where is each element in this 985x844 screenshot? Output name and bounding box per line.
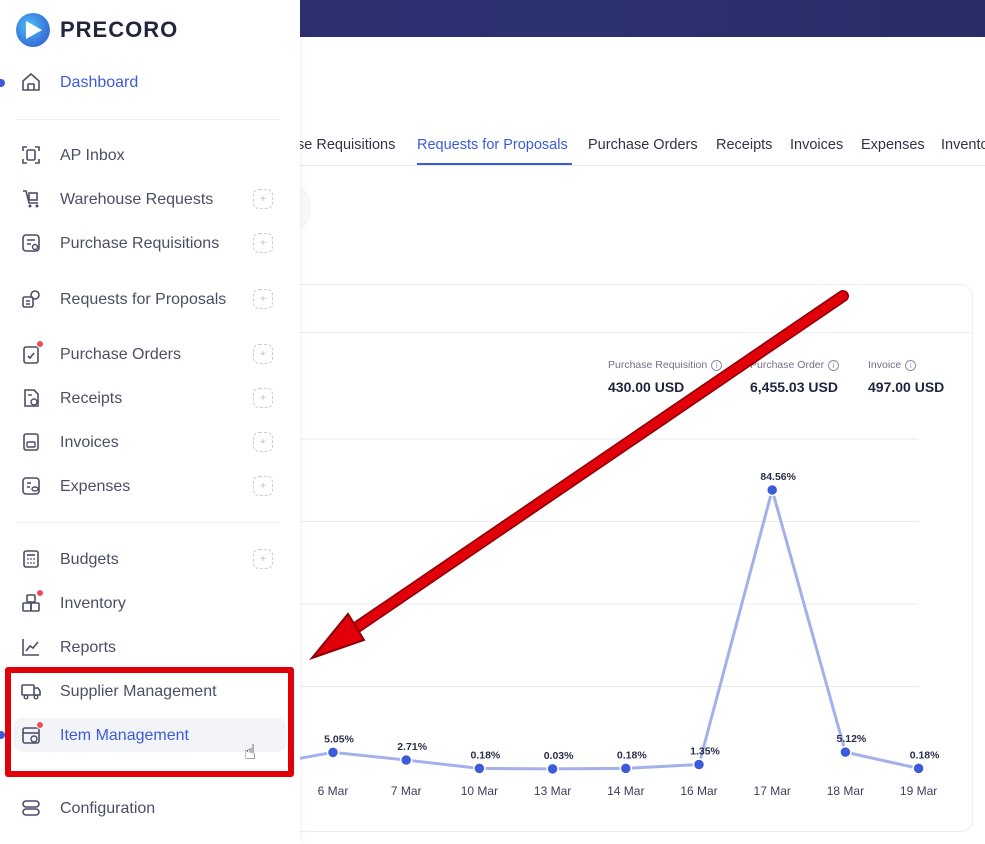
rfp-icon bbox=[22, 290, 40, 308]
x-tick-label: 19 Mar bbox=[900, 784, 937, 798]
sidebar-item-label: Configuration bbox=[60, 799, 156, 817]
add-icon[interactable]: + bbox=[253, 289, 273, 309]
x-tick-label: 18 Mar bbox=[827, 784, 864, 798]
sidebar-item-label: Invoices bbox=[60, 433, 119, 451]
receipt-icon bbox=[24, 389, 39, 407]
add-icon[interactable]: + bbox=[253, 476, 273, 496]
requisition-icon bbox=[22, 234, 40, 252]
sidebar-item-label: Purchase Requisitions bbox=[60, 234, 220, 252]
sidebar-item-dashboard[interactable]: Dashboard bbox=[14, 65, 286, 99]
data-label: 5.12% bbox=[837, 733, 867, 745]
cart-icon bbox=[23, 190, 39, 208]
data-label: 0.03% bbox=[544, 750, 574, 762]
expense-icon bbox=[22, 477, 40, 495]
sidebar-item-label: Warehouse Requests bbox=[60, 190, 214, 208]
sidebar-item-warehouse-requests[interactable]: Warehouse Requests + bbox=[14, 182, 286, 216]
add-icon[interactable]: + bbox=[253, 432, 273, 452]
notification-dot bbox=[36, 589, 44, 597]
precoro-logo-icon bbox=[16, 13, 50, 47]
brand-logo[interactable]: PRECORO bbox=[16, 13, 178, 47]
sidebar-item-label: Reports bbox=[60, 638, 117, 656]
sidebar-divider bbox=[16, 522, 280, 523]
data-point bbox=[473, 762, 486, 775]
calculator-icon bbox=[23, 550, 39, 568]
add-icon[interactable]: + bbox=[253, 233, 273, 253]
sidebar-item-expenses[interactable]: Expenses + bbox=[14, 469, 286, 503]
data-point bbox=[399, 753, 413, 767]
invoice-icon bbox=[23, 433, 39, 451]
sidebar-item-label: AP Inbox bbox=[60, 146, 125, 164]
notification-dot bbox=[36, 340, 44, 348]
add-icon[interactable]: + bbox=[253, 388, 273, 408]
data-point bbox=[546, 762, 559, 776]
sidebar-item-label: Requests for Proposals bbox=[60, 290, 227, 308]
brand-name: PRECORO bbox=[60, 17, 179, 42]
sidebar-divider bbox=[16, 119, 280, 120]
home-icon bbox=[22, 73, 40, 91]
add-icon[interactable]: + bbox=[253, 344, 273, 364]
data-label: 0.18% bbox=[471, 749, 501, 761]
add-icon[interactable]: + bbox=[253, 189, 273, 209]
sidebar-item-inventory[interactable]: Inventory bbox=[14, 586, 286, 620]
chart-line-icon bbox=[22, 639, 39, 656]
data-point bbox=[765, 483, 779, 497]
sidebar-item-configuration[interactable]: Configuration bbox=[14, 791, 286, 825]
sidebar-item-invoices[interactable]: Invoices + bbox=[14, 425, 286, 459]
data-label: 84.56% bbox=[760, 471, 796, 483]
sidebar-item-purchase-requisitions[interactable]: Purchase Requisitions + bbox=[14, 226, 286, 260]
data-label: 2.71% bbox=[397, 741, 427, 753]
sidebar-item-ap-inbox[interactable]: AP Inbox bbox=[14, 138, 286, 172]
data-point bbox=[326, 746, 340, 759]
x-tick-label: 7 Mar bbox=[391, 784, 422, 798]
data-point bbox=[692, 758, 706, 771]
data-point bbox=[912, 762, 925, 775]
toggle-icon bbox=[22, 800, 40, 816]
data-label: 5.05% bbox=[324, 733, 354, 745]
data-label: 1.35% bbox=[690, 746, 720, 758]
x-tick-label: 17 Mar bbox=[754, 784, 791, 798]
sidebar-item-purchase-orders[interactable]: Purchase Orders + bbox=[14, 337, 286, 371]
sidebar-item-reports[interactable]: Reports bbox=[14, 630, 286, 664]
series-line bbox=[332, 488, 919, 771]
data-point bbox=[619, 762, 633, 775]
sidebar-item-budgets[interactable]: Budgets + bbox=[14, 542, 286, 576]
add-icon[interactable]: + bbox=[253, 549, 273, 569]
data-point bbox=[839, 745, 852, 759]
data-label: 0.18% bbox=[617, 749, 647, 761]
sidebar-item-label: Dashboard bbox=[60, 73, 139, 91]
scan-icon bbox=[22, 146, 40, 164]
x-tick-label: 6 Mar bbox=[318, 784, 349, 798]
x-tick-label: 16 Mar bbox=[680, 784, 717, 798]
hand-cursor-icon: ☝ bbox=[244, 742, 257, 764]
sidebar-item-label: Receipts bbox=[60, 389, 123, 407]
sidebar-item-requests-for-proposals[interactable]: Requests for Proposals + bbox=[14, 274, 286, 324]
x-tick-label: 13 Mar bbox=[534, 784, 571, 798]
sidebar-item-label: Budgets bbox=[60, 550, 119, 568]
x-tick-label: 14 Mar bbox=[607, 784, 644, 798]
sidebar-item-label: Inventory bbox=[60, 594, 126, 612]
sidebar-item-label: Purchase Orders bbox=[60, 345, 181, 363]
sidebar-item-label: Expenses bbox=[60, 477, 131, 495]
active-indicator-dot bbox=[0, 79, 5, 87]
data-label: 0.18% bbox=[910, 749, 940, 761]
x-tick-label: 10 Mar bbox=[461, 784, 498, 798]
sidebar-item-receipts[interactable]: Receipts + bbox=[14, 381, 286, 415]
